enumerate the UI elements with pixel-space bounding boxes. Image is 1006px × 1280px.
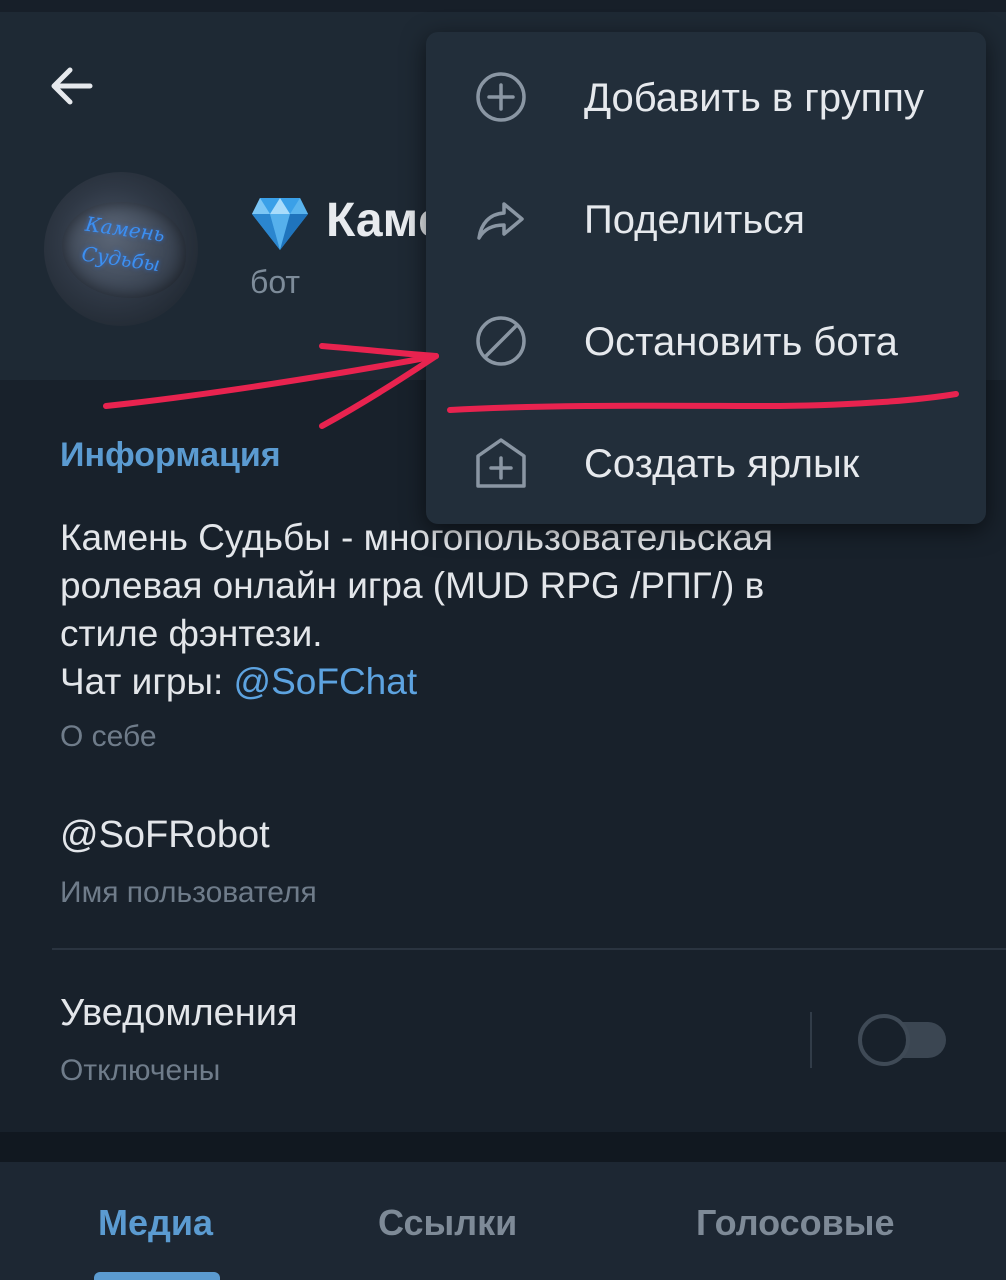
avatar[interactable]: Камень Судьбы bbox=[44, 172, 198, 326]
about-line: стиле фэнтези. bbox=[60, 613, 323, 654]
media-tabs: Медиа Ссылки Голосовые bbox=[0, 1162, 1006, 1280]
about-line: ролевая онлайн игра (MUD RPG /РПГ/) в bbox=[60, 565, 765, 606]
tab-indicator bbox=[94, 1272, 220, 1280]
section-gap bbox=[0, 1132, 1006, 1162]
diamond-icon bbox=[252, 198, 308, 250]
section-title: Информация bbox=[60, 436, 281, 474]
back-arrow-icon[interactable] bbox=[44, 58, 100, 114]
about-text[interactable]: Камень Судьбы - многопользовательская ро… bbox=[60, 514, 960, 706]
menu-label: Добавить в группу bbox=[584, 76, 924, 120]
username-hint: Имя пользователя bbox=[60, 876, 317, 909]
add-circle-icon bbox=[476, 72, 526, 122]
chat-link[interactable]: @SoFChat bbox=[234, 661, 418, 702]
chat-prefix: Чат игры: bbox=[60, 661, 234, 702]
notifications-status: Отключены bbox=[60, 1054, 221, 1087]
menu-item-create-shortcut[interactable]: Создать ярлык bbox=[426, 402, 986, 524]
tab-links[interactable]: Ссылки bbox=[378, 1202, 517, 1244]
toggle-knob bbox=[858, 1014, 910, 1066]
tab-voice[interactable]: Голосовые bbox=[696, 1202, 895, 1244]
menu-label: Создать ярлык bbox=[584, 442, 860, 486]
add-shortcut-icon bbox=[476, 438, 526, 488]
notifications-toggle[interactable] bbox=[858, 1014, 946, 1066]
about-hint: О себе bbox=[60, 720, 157, 753]
share-icon bbox=[477, 202, 524, 240]
menu-item-stop-bot[interactable]: Остановить бота bbox=[426, 280, 986, 402]
status-strip bbox=[0, 0, 1006, 12]
notifications-label[interactable]: Уведомления bbox=[60, 992, 298, 1035]
menu-item-share[interactable]: Поделиться bbox=[426, 158, 986, 280]
menu-item-add-to-group[interactable]: Добавить в группу bbox=[426, 36, 986, 158]
divider bbox=[52, 948, 1006, 950]
block-icon bbox=[476, 316, 526, 366]
overflow-menu: Добавить в группу Поделиться Остановить … bbox=[426, 32, 986, 524]
vertical-divider bbox=[810, 1012, 812, 1068]
menu-label: Остановить бота bbox=[584, 320, 898, 364]
tab-media[interactable]: Медиа bbox=[98, 1202, 213, 1244]
menu-label: Поделиться bbox=[584, 198, 805, 242]
profile-subtitle: бот bbox=[250, 264, 301, 300]
username-value[interactable]: @SoFRobot bbox=[60, 814, 270, 857]
